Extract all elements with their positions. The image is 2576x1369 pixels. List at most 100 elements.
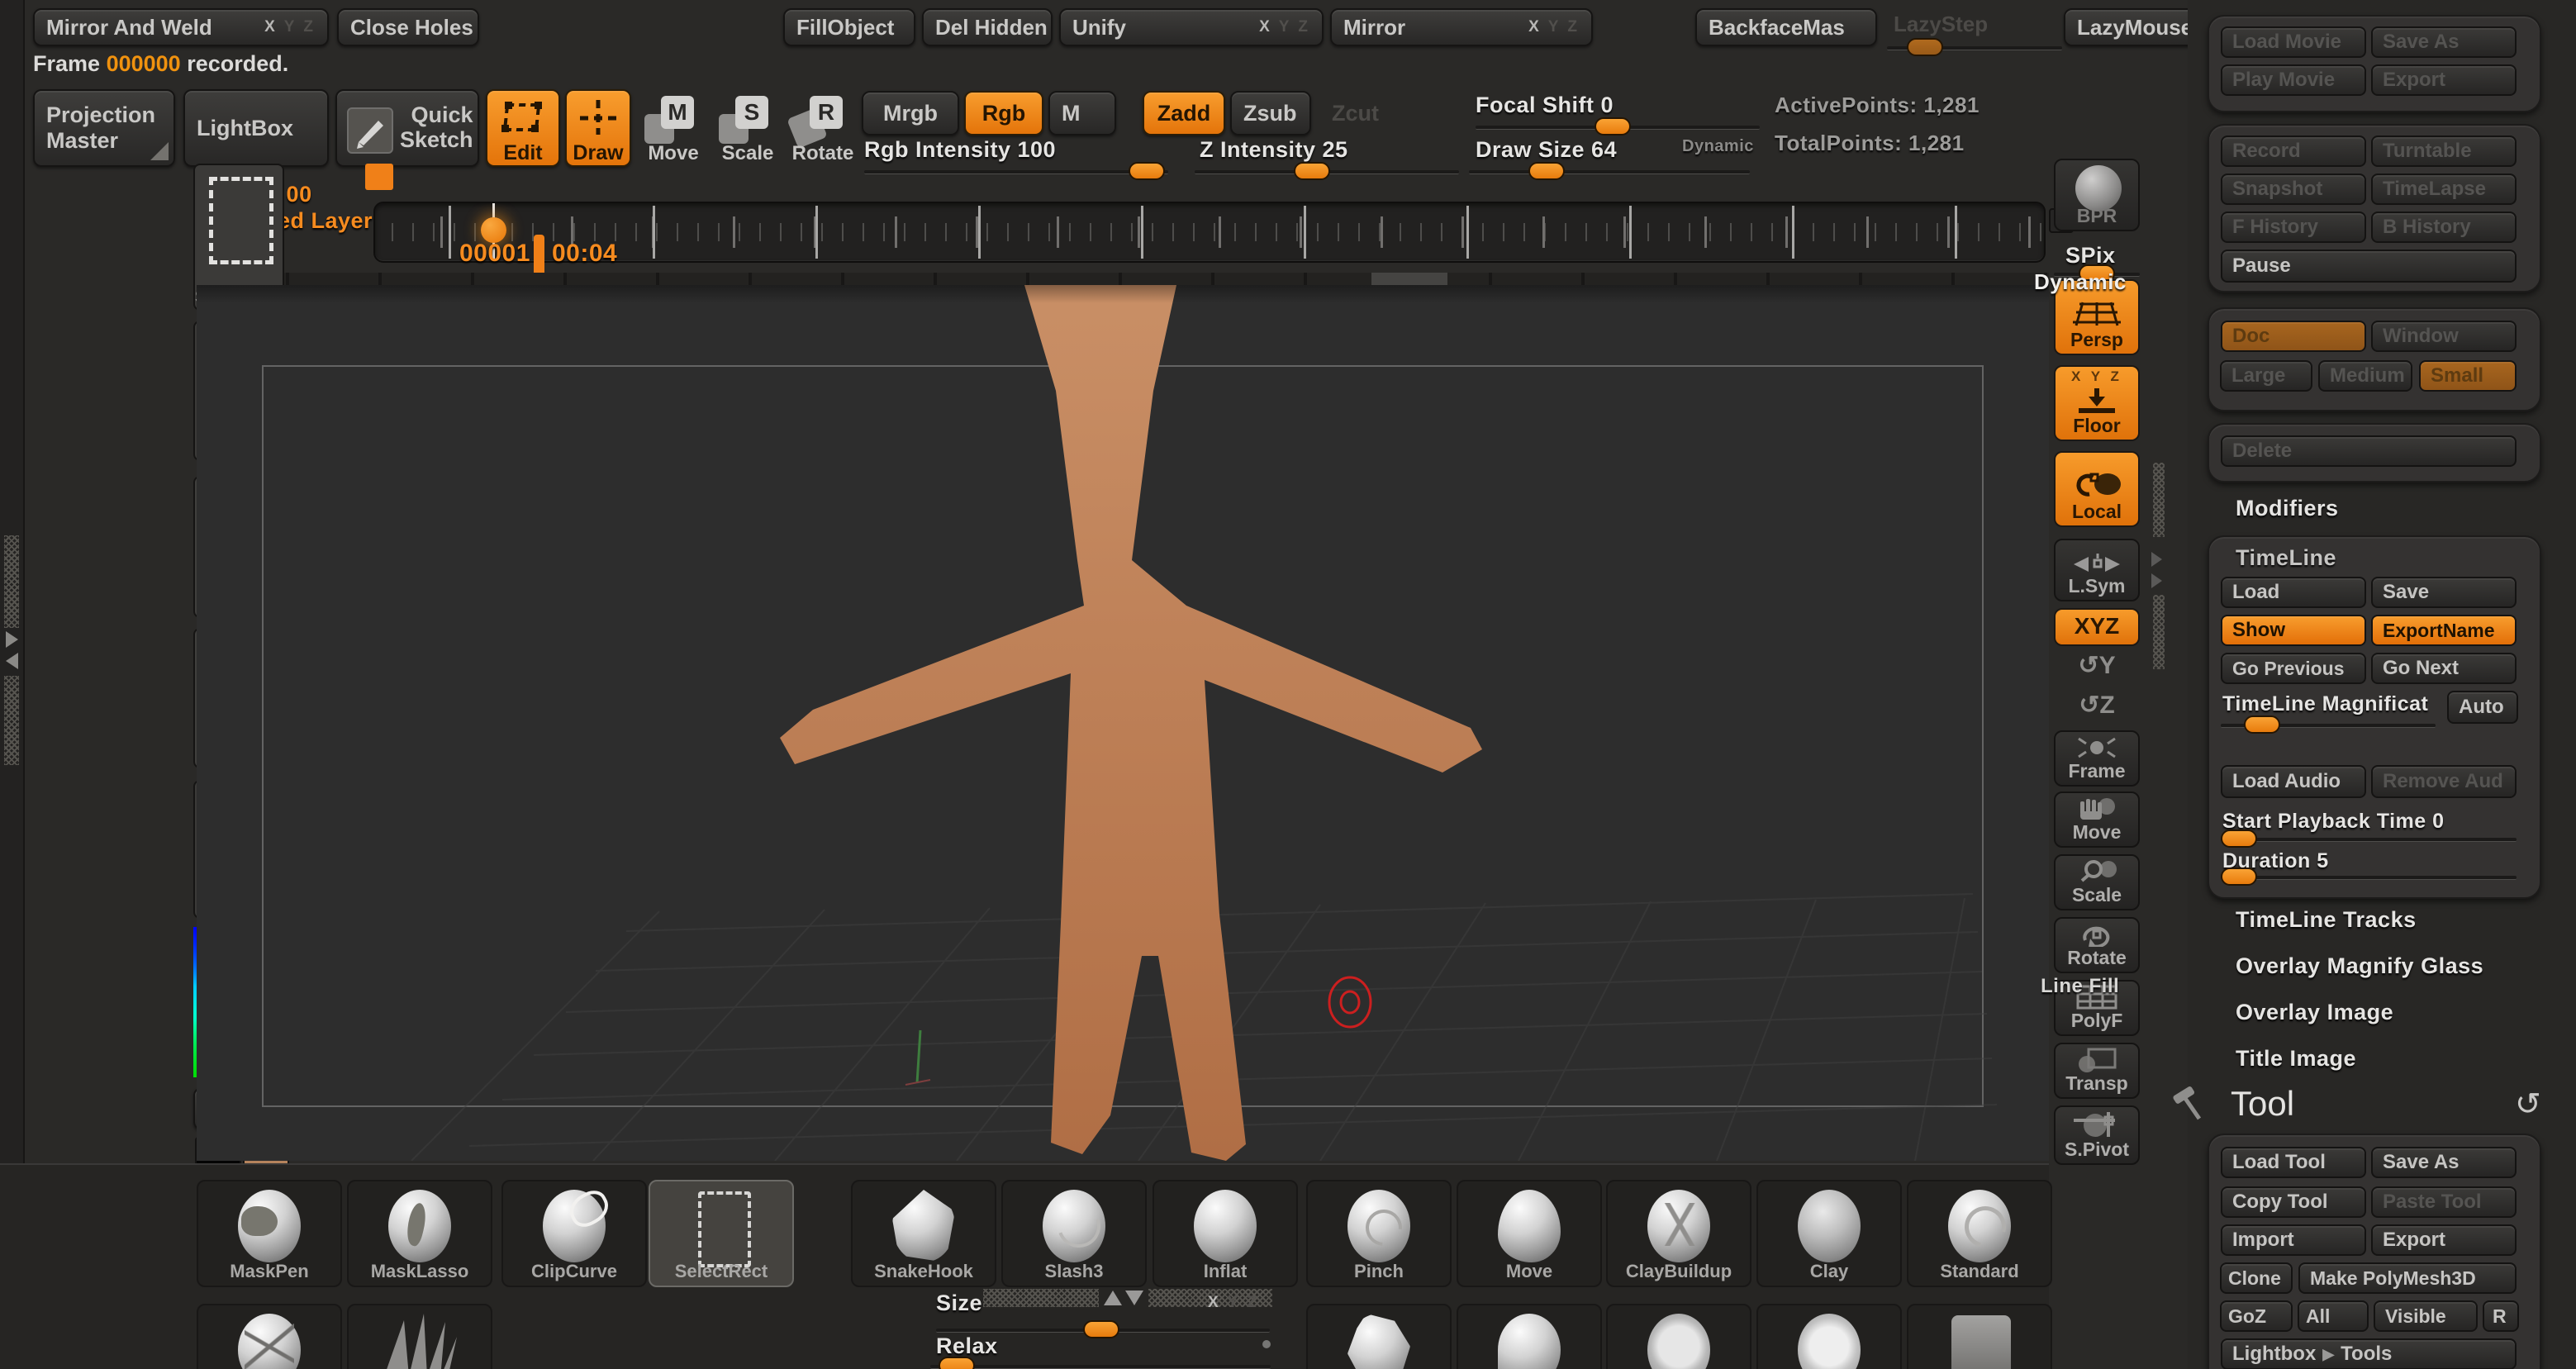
tool-reset-icon[interactable]: ↺ (2515, 1086, 2541, 1123)
tl-exportname-button[interactable]: ExportName (2371, 615, 2517, 646)
tray-scroll-pattern-left[interactable] (983, 1289, 1099, 1307)
start-playback-handle[interactable] (2221, 829, 2257, 848)
all-button[interactable]: All (2298, 1300, 2369, 1332)
zcut-button[interactable]: Zcut (1332, 101, 1379, 126)
tray-scroll-down-icon[interactable] (1125, 1291, 1143, 1305)
viewport-canvas[interactable] (197, 285, 2049, 1161)
duration-handle[interactable] (2221, 868, 2257, 886)
focal-shift-slider[interactable] (1476, 126, 1760, 130)
brush-tile-pinch[interactable]: Pinch (1306, 1180, 1452, 1287)
draw-button[interactable]: Draw (565, 89, 631, 167)
brush-tile-hpolish[interactable]: hPolish (1457, 1304, 1602, 1369)
duration-slider[interactable] (2221, 876, 2517, 880)
bpr-button[interactable]: BPR (2054, 159, 2140, 231)
strip-scroll-arrow-a[interactable] (2151, 552, 2162, 567)
floor-button[interactable]: X Y Z Floor (2054, 365, 2140, 441)
copy-tool-button[interactable]: Copy Tool (2221, 1186, 2366, 1218)
brush-tile-topology[interactable]: Topology (197, 1304, 342, 1369)
import-button[interactable]: Import (2221, 1224, 2366, 1256)
fillobject-button[interactable]: FillObject (783, 8, 915, 46)
timeline-playhead-bar[interactable] (534, 235, 544, 276)
z-intensity-handle[interactable] (1294, 162, 1330, 180)
rgb-intensity-handle[interactable] (1129, 162, 1165, 180)
frame-view-button[interactable]: Frame (2054, 730, 2140, 787)
turntable-button[interactable]: Turntable (2371, 135, 2517, 167)
m-button[interactable]: M (1048, 91, 1116, 135)
scroll-left-arrow-icon[interactable] (6, 653, 18, 669)
draw-size-handle[interactable] (1528, 162, 1565, 180)
set-pivot-button[interactable]: S.Pivot (2054, 1105, 2140, 1165)
b-history-button[interactable]: B History (2371, 212, 2517, 243)
brush-tile-sketch1[interactable]: Sketch 1 (1907, 1304, 2052, 1369)
tl-go-previous-button[interactable]: Go Previous (2221, 653, 2366, 684)
title-image-header[interactable]: Title Image (2236, 1046, 2356, 1072)
scale-mode-button[interactable]: S Scale (712, 89, 783, 167)
tray-scroll-up-icon[interactable] (1104, 1291, 1122, 1305)
rotate-mode-button[interactable]: R Rotate (785, 89, 861, 167)
goz-button[interactable]: GoZ (2220, 1300, 2293, 1332)
z-intensity-slider[interactable] (1195, 170, 1459, 174)
backfacemask-button[interactable]: BackfaceMas (1695, 8, 1877, 46)
brush-size-slider[interactable] (936, 1329, 1270, 1333)
lazystep-slider-handle[interactable] (1907, 38, 1943, 56)
brush-tile-trimadaptive[interactable]: TrimAdaptive (1606, 1304, 1751, 1369)
large-button[interactable]: Large (2220, 360, 2312, 392)
make-polymesh3d-button[interactable]: Make PolyMesh3D (2298, 1262, 2517, 1294)
close-holes-button[interactable]: Close Holes (337, 8, 479, 46)
focal-shift-handle[interactable] (1595, 117, 1631, 135)
lazystep-slider[interactable] (1887, 46, 2062, 50)
lightbox-tools-button[interactable]: Lightbox ▶ Tools (2221, 1338, 2517, 1369)
quick-sketch-button[interactable]: Quick Sketch (335, 89, 479, 167)
strip-scroll-arrow-b[interactable] (2151, 573, 2162, 588)
brush-tile-trimdynamic[interactable]: TrimDynamic (1756, 1304, 1902, 1369)
projection-master-button[interactable]: Projection Master (33, 89, 175, 167)
overlay-magnify-header[interactable]: Overlay Magnify Glass (2236, 953, 2483, 979)
medium-button[interactable]: Medium (2318, 360, 2412, 392)
tool-save-as-button[interactable]: Save As (2371, 1147, 2517, 1178)
brush-tile-snakehook[interactable]: SnakeHook (851, 1180, 996, 1287)
brush-size-handle[interactable] (1083, 1320, 1119, 1338)
brush-tile-clipcurve[interactable]: ClipCurve (501, 1180, 647, 1287)
tl-magnification-handle[interactable] (2244, 715, 2280, 734)
tl-save-button[interactable]: Save (2371, 577, 2517, 608)
relax-handle[interactable] (939, 1357, 975, 1369)
r-button[interactable]: R (2483, 1300, 2519, 1332)
rgb-intensity-slider[interactable] (864, 170, 1168, 174)
play-movie-button[interactable]: Play Movie (2221, 64, 2366, 96)
delete-button[interactable]: Delete (2221, 435, 2517, 467)
movie-save-as-button[interactable]: Save As (2371, 26, 2517, 58)
zsub-button[interactable]: Zsub (1230, 91, 1311, 135)
lightbox-button[interactable]: LightBox (183, 89, 329, 167)
remove-audio-button[interactable]: Remove Aud (2371, 765, 2517, 798)
local-button[interactable]: Local (2054, 451, 2140, 527)
load-tool-button[interactable]: Load Tool (2221, 1147, 2366, 1178)
record-button[interactable]: Record (2221, 135, 2366, 167)
mirror-button[interactable]: Mirror X Y Z (1330, 8, 1593, 46)
unify-button[interactable]: Unify X Y Z (1059, 8, 1324, 46)
lsym-button[interactable]: L.Sym (2054, 539, 2140, 601)
brush-tile-curvetrifill[interactable]: CurveTriFill (347, 1304, 492, 1369)
visible-button[interactable]: Visible (2374, 1300, 2478, 1332)
rgb-button[interactable]: Rgb (964, 91, 1043, 135)
y-rotate-button[interactable]: ↺Y (2054, 651, 2140, 687)
xyz-button[interactable]: XYZ (2054, 608, 2140, 646)
tl-magnification-slider[interactable] (2221, 724, 2436, 728)
overlay-image-header[interactable]: Overlay Image (2236, 1000, 2393, 1025)
brush-tile-slash3[interactable]: Slash3 (1001, 1180, 1147, 1287)
paste-tool-button[interactable]: Paste Tool (2371, 1186, 2517, 1218)
brush-tile-displace[interactable]: Displace (1306, 1304, 1452, 1369)
strip-scroll-pattern-top[interactable] (2153, 463, 2165, 537)
movie-export-button[interactable]: Export (2371, 64, 2517, 96)
tl-go-next-button[interactable]: Go Next (2371, 653, 2517, 684)
brush-tile-standard[interactable]: Standard (1907, 1180, 2052, 1287)
brush-tile-masklasso[interactable]: MaskLasso (347, 1180, 492, 1287)
left-scroll-pattern-top[interactable] (4, 535, 19, 628)
clone-button[interactable]: Clone (2220, 1262, 2293, 1294)
edit-button[interactable]: Edit (486, 89, 560, 167)
tl-auto-button[interactable]: Auto (2447, 691, 2518, 724)
mirror-and-weld-button[interactable]: Mirror And Weld X Y Z (33, 8, 329, 46)
canvas-tab-strip[interactable] (197, 273, 2049, 285)
snapshot-button[interactable]: Snapshot (2221, 174, 2366, 205)
brush-tile-move[interactable]: Move (1457, 1180, 1602, 1287)
move-mode-button[interactable]: M Move (638, 89, 709, 167)
